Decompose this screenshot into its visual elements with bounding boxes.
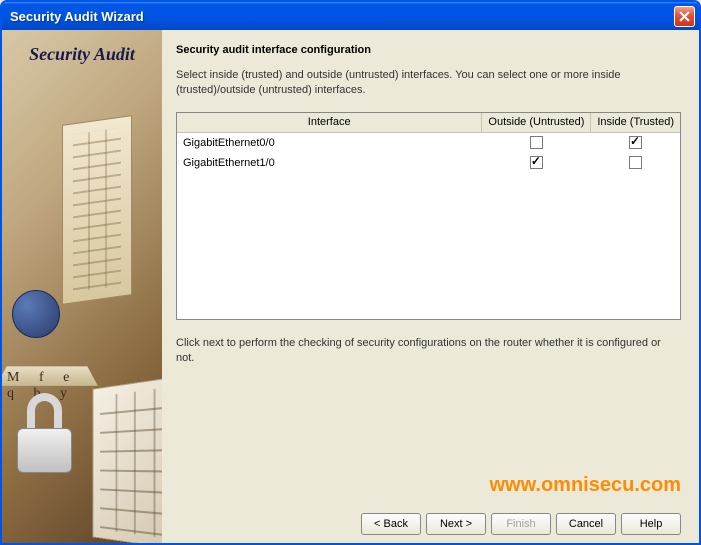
table-row: GigabitEthernet0/0 bbox=[177, 133, 680, 153]
intro-text: Select inside (trusted) and outside (unt… bbox=[176, 68, 681, 98]
col-outside[interactable]: Outside (Untrusted) bbox=[482, 113, 591, 133]
sidebar: M f eq b y Security Audit bbox=[2, 30, 162, 543]
watermark: www.omnisecu.com bbox=[489, 474, 681, 497]
close-icon bbox=[679, 11, 690, 22]
table-row: GigabitEthernet1/0 bbox=[177, 153, 680, 173]
finish-button[interactable]: Finish bbox=[491, 513, 551, 535]
cancel-button[interactable]: Cancel bbox=[556, 513, 616, 535]
interface-name: GigabitEthernet1/0 bbox=[177, 153, 482, 173]
outro-text: Click next to perform the checking of se… bbox=[176, 336, 681, 366]
button-row: < Back Next > Finish Cancel Help bbox=[361, 513, 681, 535]
col-interface[interactable]: Interface bbox=[177, 113, 482, 133]
help-button[interactable]: Help bbox=[621, 513, 681, 535]
inside-checkbox[interactable] bbox=[629, 136, 642, 149]
outside-checkbox[interactable] bbox=[530, 156, 543, 169]
interface-table: Interface Outside (Untrusted) Inside (Tr… bbox=[176, 112, 681, 320]
sidebar-title: Security Audit bbox=[2, 44, 162, 65]
inside-checkbox[interactable] bbox=[629, 156, 642, 169]
body-area: M f eq b y Security Audit Security audit… bbox=[2, 30, 699, 543]
main-panel: Security audit interface configuration S… bbox=[162, 30, 699, 543]
wizard-window: Security Audit Wizard M f eq b y Securit… bbox=[0, 0, 701, 545]
back-button[interactable]: < Back bbox=[361, 513, 421, 535]
titlebar[interactable]: Security Audit Wizard bbox=[2, 2, 699, 30]
sidebar-illustration: M f eq b y bbox=[2, 30, 162, 543]
next-button[interactable]: Next > bbox=[426, 513, 486, 535]
page-heading: Security audit interface configuration bbox=[176, 44, 681, 56]
col-inside[interactable]: Inside (Trusted) bbox=[591, 113, 680, 133]
window-title: Security Audit Wizard bbox=[10, 9, 674, 24]
lock-icon bbox=[17, 393, 77, 473]
outside-checkbox[interactable] bbox=[530, 136, 543, 149]
close-button[interactable] bbox=[674, 6, 695, 27]
interface-name: GigabitEthernet0/0 bbox=[177, 133, 482, 153]
